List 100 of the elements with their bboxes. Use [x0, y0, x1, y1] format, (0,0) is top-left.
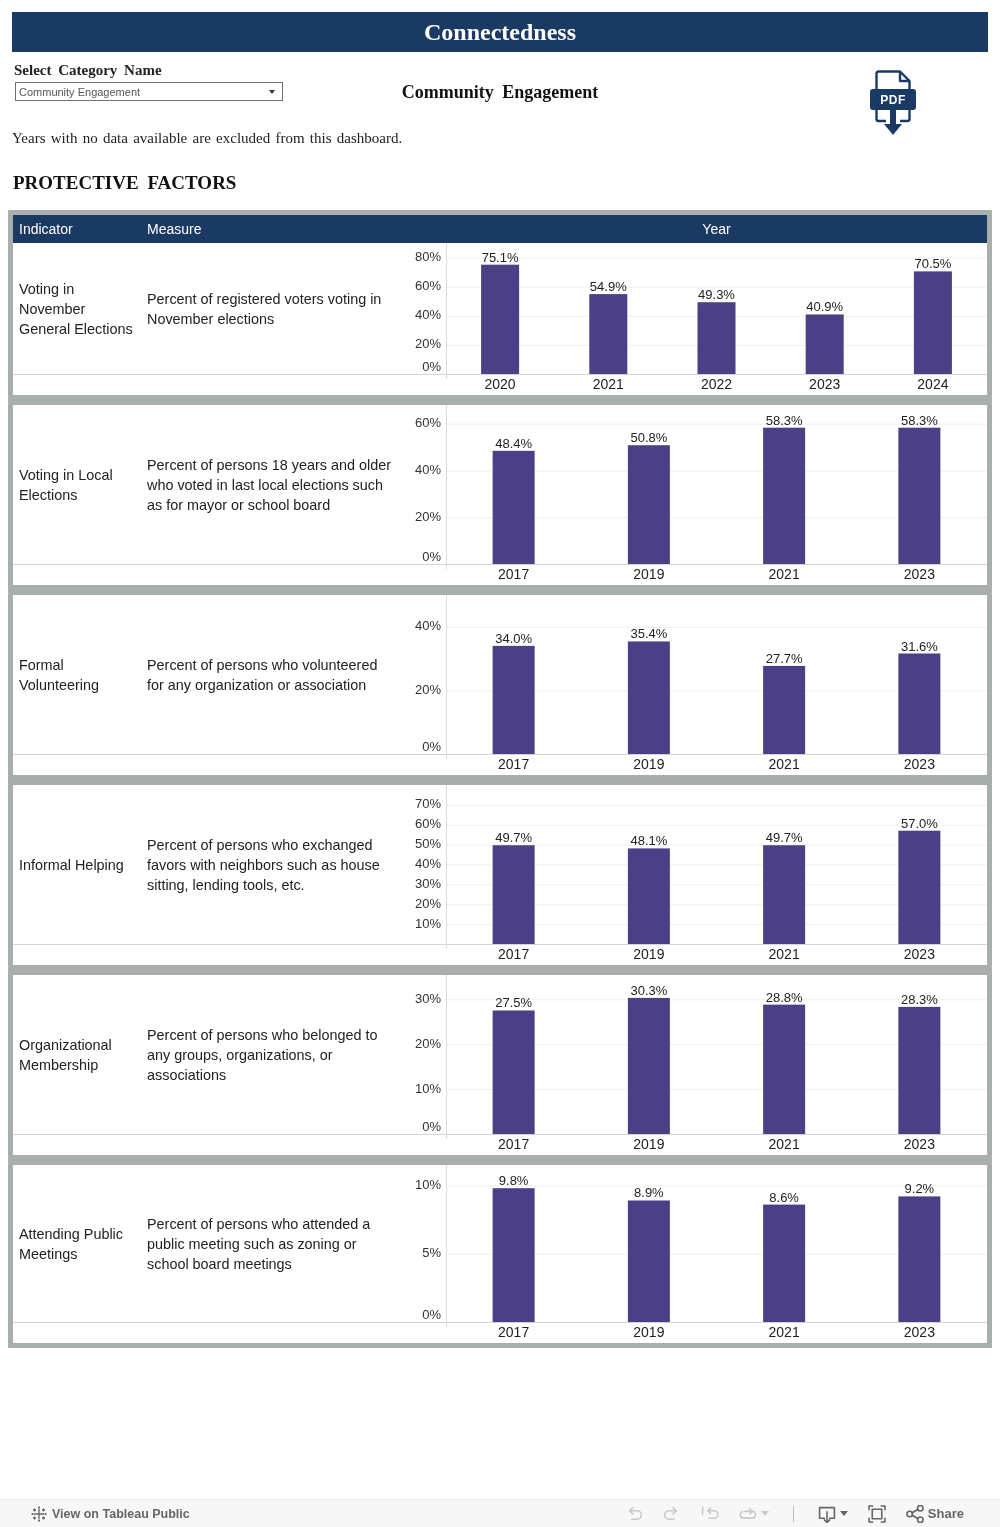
- download-icon: [817, 1504, 836, 1523]
- indicator-text: Organizational Membership: [19, 1035, 113, 1075]
- note-text: Years with no data available are excluded from this dashboard.: [12, 129, 403, 147]
- fullscreen-icon: [867, 1504, 886, 1523]
- value-label: 50.8%: [630, 430, 668, 446]
- value-label: 8.6%: [769, 1189, 799, 1205]
- year-label: 2021: [592, 376, 624, 392]
- value-label: 8.9%: [634, 1185, 664, 1201]
- bar: [805, 314, 844, 374]
- tick-label: 0%: [422, 1119, 441, 1135]
- tick-label: 20%: [414, 681, 441, 697]
- measure-text: Percent of persons who exchanged favors with neighbors such as house sitting, lending tools, etc.: [147, 835, 381, 895]
- value-label: 9.8%: [498, 1173, 529, 1189]
- cross-cluster-logo-icon: [31, 1505, 47, 1522]
- measure-text: Percent of persons who belonged to any groups, organizations, or associations: [147, 1025, 379, 1085]
- year-label: 2023: [809, 376, 841, 392]
- tick-label: 10%: [414, 915, 441, 931]
- year-label: 2019: [633, 756, 665, 772]
- year-label: 2021: [768, 946, 800, 962]
- view-on-tableau-link[interactable]: View on Tableau Public: [31, 1505, 190, 1522]
- year-label: 2021: [768, 1136, 800, 1152]
- tick-label: 30%: [414, 990, 441, 1006]
- column-header: Year: [702, 221, 731, 237]
- value-label: 27.5%: [495, 995, 533, 1011]
- year-label: 2017: [498, 756, 530, 772]
- measure-text: Percent of persons who attended a public meeting such as zoning or school board meetings: [147, 1214, 372, 1274]
- indicator-text: Attending Public Meetings: [19, 1224, 124, 1264]
- pdf-download-button[interactable]: PDF: [870, 70, 916, 136]
- year-label: 2023: [903, 566, 935, 582]
- tick-label: 0%: [422, 1307, 441, 1323]
- indicator-text: Voting in Local Elections: [19, 465, 114, 505]
- value-label: 28.3%: [900, 991, 938, 1007]
- year-label: 2019: [633, 566, 665, 582]
- value-label: 70.5%: [914, 256, 952, 272]
- year-label: 2023: [903, 1324, 935, 1340]
- indicator-text: Formal Volunteering: [19, 655, 100, 695]
- title-banner: Connectedness: [12, 12, 988, 52]
- value-label: 58.3%: [765, 412, 803, 428]
- tick-label: 0%: [422, 739, 441, 755]
- value-label: 49.7%: [765, 830, 803, 846]
- year-label: 2020: [484, 376, 516, 392]
- column-header: Measure: [147, 221, 202, 237]
- value-label: 27.7%: [765, 650, 803, 666]
- tick-label: 40%: [414, 855, 441, 871]
- tick-label: 40%: [414, 307, 441, 323]
- value-label: 49.3%: [698, 287, 735, 303]
- year-label: 2021: [768, 756, 800, 772]
- measure-text: Percent of registered voters voting in November elections: [147, 289, 383, 329]
- tick-label: 20%: [414, 508, 441, 524]
- tick-label: 20%: [414, 895, 441, 911]
- filter-label: Select Category Name: [14, 62, 162, 78]
- value-label: 54.9%: [589, 279, 627, 295]
- section-title: PROTECTIVE FACTORS: [13, 172, 237, 194]
- share-icon: [905, 1504, 924, 1523]
- year-label: 2023: [903, 756, 935, 772]
- year-label: 2021: [768, 566, 800, 582]
- value-label: 49.7%: [495, 830, 533, 846]
- indicator-text: Voting in November General Elections: [19, 279, 134, 339]
- measure-text: Percent of persons who volunteered for any organization or association: [147, 655, 379, 695]
- value-label: 34.0%: [495, 630, 533, 646]
- tick-label: 60%: [414, 816, 441, 832]
- download-arrow-icon: [875, 110, 911, 136]
- share-button[interactable]: Share: [897, 1502, 972, 1525]
- year-label: 2021: [768, 1324, 800, 1340]
- tick-label: 60%: [414, 278, 441, 294]
- year-label: 2017: [498, 1136, 530, 1152]
- tick-label: 10%: [414, 1176, 441, 1192]
- value-label: 9.2%: [904, 1181, 935, 1197]
- value-label: 57.0%: [900, 815, 938, 831]
- value-label: 28.8%: [765, 989, 803, 1005]
- value-label: 48.4%: [495, 435, 533, 451]
- tick-label: 10%: [414, 1080, 441, 1096]
- tick-label: 50%: [414, 836, 441, 852]
- category-dropdown[interactable]: Community Engagement: [15, 82, 283, 101]
- category-heading: Community Engagement: [401, 81, 599, 103]
- year-label: 2022: [700, 376, 733, 392]
- value-label: 40.9%: [806, 299, 844, 315]
- tick-label: 70%: [414, 796, 441, 812]
- year-label: 2017: [498, 1324, 530, 1340]
- value-label: 58.3%: [900, 412, 938, 428]
- file-icon: [875, 70, 911, 89]
- tick-label: 0%: [422, 359, 441, 375]
- year-label: 2017: [498, 946, 530, 962]
- tick-label: 30%: [414, 875, 441, 891]
- value-label: 35.4%: [630, 626, 668, 642]
- bar: [697, 302, 736, 374]
- value-label: 31.6%: [900, 638, 938, 654]
- value-label: 75.1%: [481, 249, 519, 265]
- tick-label: 40%: [414, 461, 441, 477]
- tick-label: 40%: [414, 618, 441, 634]
- year-label: 2019: [633, 1136, 665, 1152]
- tick-label: 5%: [422, 1245, 441, 1261]
- year-label: 2017: [498, 566, 530, 582]
- tick-label: 0%: [422, 549, 441, 565]
- value-label: 48.1%: [630, 833, 668, 849]
- tick-label: 60%: [414, 415, 441, 431]
- column-header: Indicator: [19, 221, 73, 237]
- indicator-text: Informal Helping: [19, 855, 124, 875]
- year-label: 2019: [633, 946, 665, 962]
- tick-label: 20%: [414, 1035, 441, 1051]
